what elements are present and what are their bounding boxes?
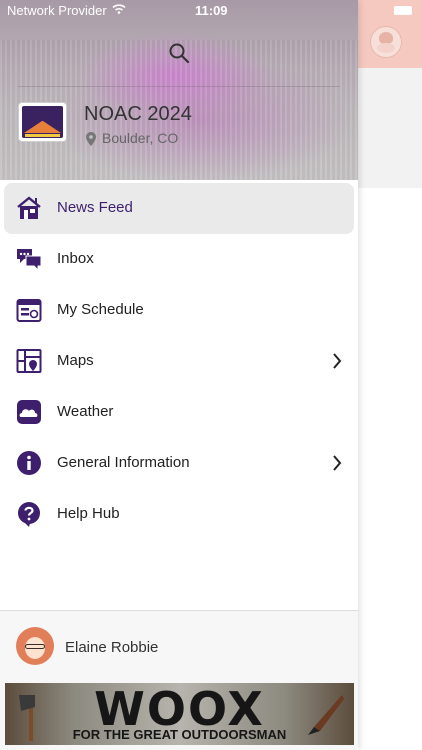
- chat-bubbles-icon: [17, 249, 42, 272]
- clock-label: 11:09: [195, 3, 228, 18]
- chevron-right-icon: [333, 353, 342, 369]
- menu-item-label: Maps: [57, 352, 94, 369]
- ad-banner[interactable]: WOOX FOR THE GREAT OUTDOORSMAN: [5, 683, 354, 745]
- event-title: NOAC 2024: [84, 103, 192, 125]
- menu-item-label: Help Hub: [57, 505, 120, 522]
- wifi-icon: [112, 4, 126, 14]
- battery-icon: [394, 6, 412, 15]
- weather-icon: [17, 400, 41, 424]
- menu-item-label: News Feed: [57, 199, 133, 216]
- side-drawer: Network Provider 11:09 NOAC 2024 Boulder…: [0, 0, 358, 750]
- avatar[interactable]: [16, 627, 54, 665]
- status-bar: Network Provider 11:09: [0, 0, 358, 22]
- chevron-right-icon: [333, 455, 342, 471]
- menu-item-news-feed[interactable]: News Feed: [4, 183, 354, 234]
- menu-item-my-schedule[interactable]: My Schedule: [4, 285, 354, 336]
- carrier-label: Network Provider: [7, 3, 107, 18]
- menu-item-label: Weather: [57, 403, 114, 420]
- event-location: Boulder, CO: [102, 130, 179, 146]
- ad-tagline: FOR THE GREAT OUTDOORSMAN: [72, 727, 287, 742]
- info-icon: [17, 451, 41, 475]
- header-divider: [18, 86, 340, 87]
- calendar-list-icon: [16, 299, 42, 322]
- menu-item-label: Inbox: [57, 250, 94, 267]
- menu-item-weather[interactable]: Weather: [4, 387, 354, 438]
- main-content-card: [358, 68, 422, 188]
- knife-icon: [308, 695, 344, 735]
- menu-item-help-hub[interactable]: Help Hub: [4, 489, 354, 540]
- event-logo: [18, 102, 67, 142]
- main-header: [358, 0, 422, 68]
- menu-item-label: General Information: [57, 454, 190, 471]
- map-icon: [16, 349, 42, 373]
- menu-item-label: My Schedule: [57, 301, 144, 318]
- menu-item-maps[interactable]: Maps: [4, 336, 354, 387]
- menu-item-general-information[interactable]: General Information: [4, 438, 354, 489]
- user-name[interactable]: Elaine Robbie: [65, 639, 158, 656]
- main-content-peek[interactable]: [358, 0, 422, 750]
- help-icon: [18, 502, 40, 527]
- drawer-footer: Elaine Robbie WOOX FOR THE GREAT OUTDOOR…: [0, 611, 358, 750]
- drawer-header: Network Provider 11:09 NOAC 2024 Boulder…: [0, 0, 358, 180]
- menu-item-inbox[interactable]: Inbox: [4, 234, 354, 285]
- house-news-icon: [17, 196, 41, 219]
- search-icon[interactable]: [167, 41, 191, 65]
- location-pin-icon: [86, 132, 96, 146]
- avatar-icon[interactable]: [370, 26, 402, 58]
